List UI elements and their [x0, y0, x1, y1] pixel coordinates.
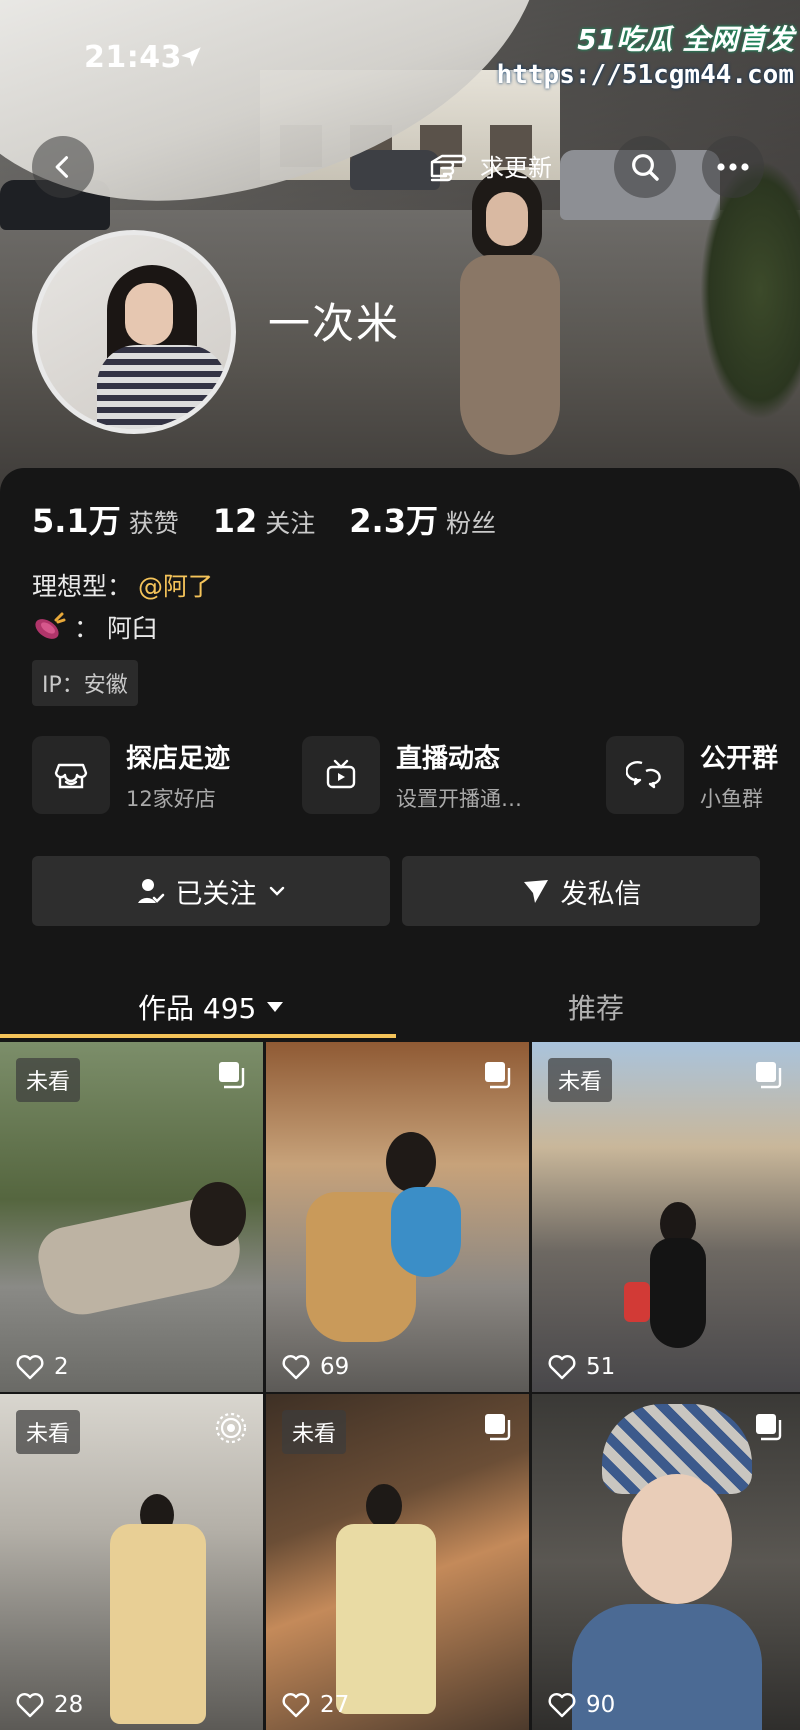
tv-icon: [302, 736, 380, 814]
following-button[interactable]: 已关注: [32, 856, 390, 926]
quick-link-subtitle: 设置开播通…: [396, 786, 522, 811]
unseen-badge: 未看: [16, 1410, 81, 1454]
post-tile[interactable]: 未看 28: [0, 1394, 263, 1730]
stat-value: 5.1万: [32, 502, 121, 540]
request-update-button[interactable]: 求更新: [428, 140, 552, 190]
stat-label: 获赞: [128, 509, 179, 538]
heart-icon: [548, 1693, 576, 1718]
like-count: 27: [282, 1692, 349, 1718]
post-tile[interactable]: 未看 27: [266, 1394, 529, 1730]
tab-works-label: 作品 495: [138, 992, 257, 1025]
cover-car: [350, 150, 440, 190]
ip-location-tag: IP：安徽: [32, 660, 138, 706]
following-label: 已关注: [175, 878, 257, 910]
unseen-badge: 未看: [16, 1058, 81, 1102]
watermark-brand: 51吃瓜 全网首发: [577, 23, 794, 56]
unseen-badge: 未看: [282, 1410, 347, 1454]
bio-ideal-prefix: 理想型：: [32, 572, 133, 601]
store-icon: [32, 736, 110, 814]
search-icon: [632, 154, 659, 181]
avatar[interactable]: [32, 230, 236, 434]
watermark: 51吃瓜 全网首发 https://51cgm44.com: [497, 18, 794, 90]
chat-bubbles-icon: [606, 736, 684, 814]
multi-photo-icon: [485, 1062, 511, 1089]
like-count: 90: [548, 1692, 615, 1718]
like-count: 2: [16, 1354, 69, 1380]
quick-link-title: 公开群: [700, 743, 779, 774]
quick-link-store-visits[interactable]: 探店足迹 12家好店: [32, 736, 230, 814]
chevron-down-icon: [269, 886, 284, 896]
quick-link-title: 探店足迹: [126, 743, 231, 774]
user-check-icon: [137, 879, 164, 903]
like-count-value: 51: [586, 1354, 616, 1380]
quick-link-title: 直播动态: [396, 743, 501, 774]
like-count-value: 2: [54, 1354, 69, 1380]
sweet-potato-icon: [35, 612, 66, 639]
multi-photo-icon: [756, 1062, 782, 1089]
tab-works[interactable]: 作品 495: [138, 976, 284, 1038]
like-count-value: 28: [54, 1692, 84, 1718]
quick-link-subtitle: 小鱼群: [700, 786, 763, 811]
more-button[interactable]: [702, 136, 764, 198]
location-arrow-icon: [181, 47, 201, 67]
heart-icon: [16, 1693, 44, 1718]
like-count: 69: [282, 1354, 349, 1380]
chevron-left-icon: [55, 156, 69, 178]
multi-photo-icon: [219, 1062, 245, 1089]
cover-tree: [700, 160, 800, 420]
watermark-url: https://51cgm44.com: [496, 60, 794, 90]
stat-followers[interactable]: 2.3万 粉丝: [349, 496, 496, 542]
heart-icon: [282, 1355, 310, 1380]
heart-icon: [548, 1355, 576, 1380]
quick-link-public-group[interactable]: 公开群 小鱼群: [606, 736, 778, 814]
post-tile[interactable]: 未看 2: [0, 1042, 263, 1392]
status-time: 21:43: [84, 40, 182, 75]
quick-link-live-updates[interactable]: 直播动态 设置开播通…: [302, 736, 522, 814]
like-count-value: 90: [586, 1692, 616, 1718]
like-count-value: 27: [320, 1692, 350, 1718]
quick-links: 探店足迹 12家好店 直播动态 设置开播通… 公开群 小鱼群: [32, 736, 800, 816]
stat-likes: 5.1万 获赞: [32, 496, 179, 542]
more-dots-icon: [717, 163, 749, 171]
paper-plane-icon: [523, 880, 548, 903]
search-button[interactable]: [614, 136, 676, 198]
like-count: 28: [16, 1692, 83, 1718]
post-tile[interactable]: 69: [266, 1042, 529, 1392]
stat-value: 12: [212, 502, 258, 540]
live-broadcast-icon: [215, 1412, 247, 1444]
send-message-button[interactable]: 发私信: [402, 856, 760, 926]
tab-recommend-label: 推荐: [568, 992, 625, 1025]
quick-link-subtitle: 12家好店: [126, 786, 216, 811]
stat-following[interactable]: 12 关注: [213, 502, 316, 540]
bio-mention-link[interactable]: @阿了: [138, 567, 213, 603]
post-tile[interactable]: 90: [532, 1394, 800, 1730]
multi-photo-icon: [756, 1414, 782, 1441]
bio-potato-text: ： 阿臼: [74, 614, 157, 643]
caret-down-icon: [267, 1002, 284, 1012]
bio-ideal-line: 理想型： @阿了: [32, 564, 213, 606]
send-message-label: 发私信: [560, 878, 642, 910]
heart-icon: [16, 1355, 44, 1380]
back-button[interactable]: [32, 136, 94, 198]
stat-value: 2.3万: [349, 502, 438, 540]
profile-name: 一次米: [268, 299, 401, 348]
active-tab-indicator: [0, 1034, 396, 1038]
unseen-badge: 未看: [548, 1058, 613, 1102]
multi-photo-icon: [485, 1414, 511, 1441]
heart-icon: [282, 1693, 310, 1718]
content-tabs: 作品 495 推荐: [0, 976, 800, 1038]
cover-person: [430, 170, 590, 470]
profile-stats: 5.1万 获赞 12 关注 2.3万 粉丝: [32, 496, 496, 542]
like-count: 51: [548, 1354, 615, 1380]
profile-bio: 理想型： @阿了 ： 阿臼 IP：安徽: [32, 564, 213, 706]
request-update-label: 求更新: [480, 153, 552, 182]
profile-actions: 已关注 发私信: [32, 856, 760, 926]
pointing-hand-icon: [430, 154, 467, 182]
stat-label: 关注: [265, 509, 316, 538]
like-count-value: 69: [320, 1354, 350, 1380]
tab-recommend[interactable]: 推荐: [568, 976, 624, 1038]
bio-potato-line: ： 阿臼: [32, 606, 213, 648]
stat-label: 粉丝: [445, 509, 496, 538]
post-tile[interactable]: 未看 51: [532, 1042, 800, 1392]
